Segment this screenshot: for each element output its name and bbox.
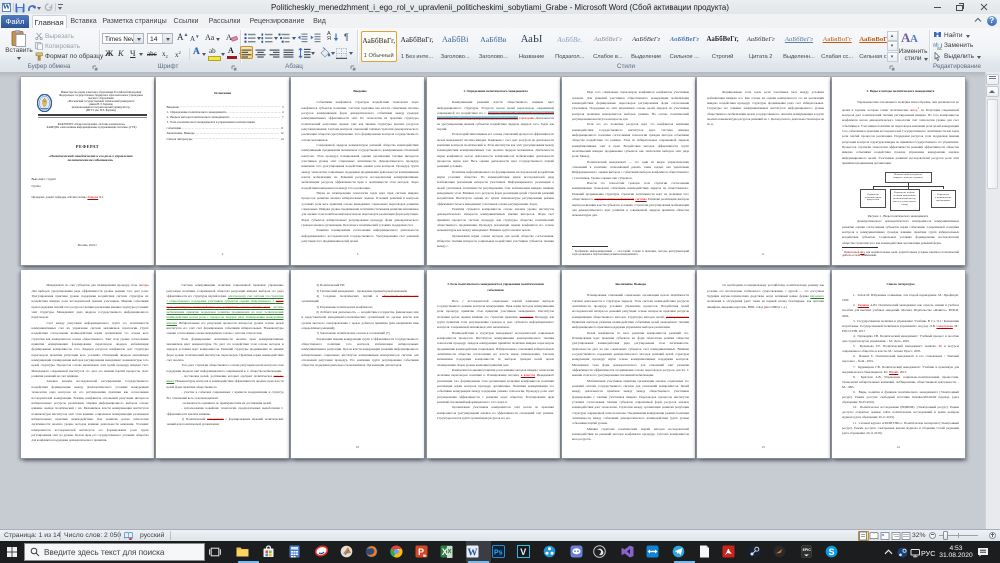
svg-text:EPIC: EPIC	[802, 548, 811, 552]
svg-text:Ps: Ps	[494, 550, 503, 557]
svg-text:W: W	[467, 548, 477, 559]
svg-text:ac: ac	[937, 46, 943, 50]
svg-text:X: X	[441, 547, 447, 557]
svg-text:V: V	[520, 547, 526, 557]
svg-text:P: P	[418, 547, 424, 557]
svg-text:S: S	[828, 547, 834, 557]
